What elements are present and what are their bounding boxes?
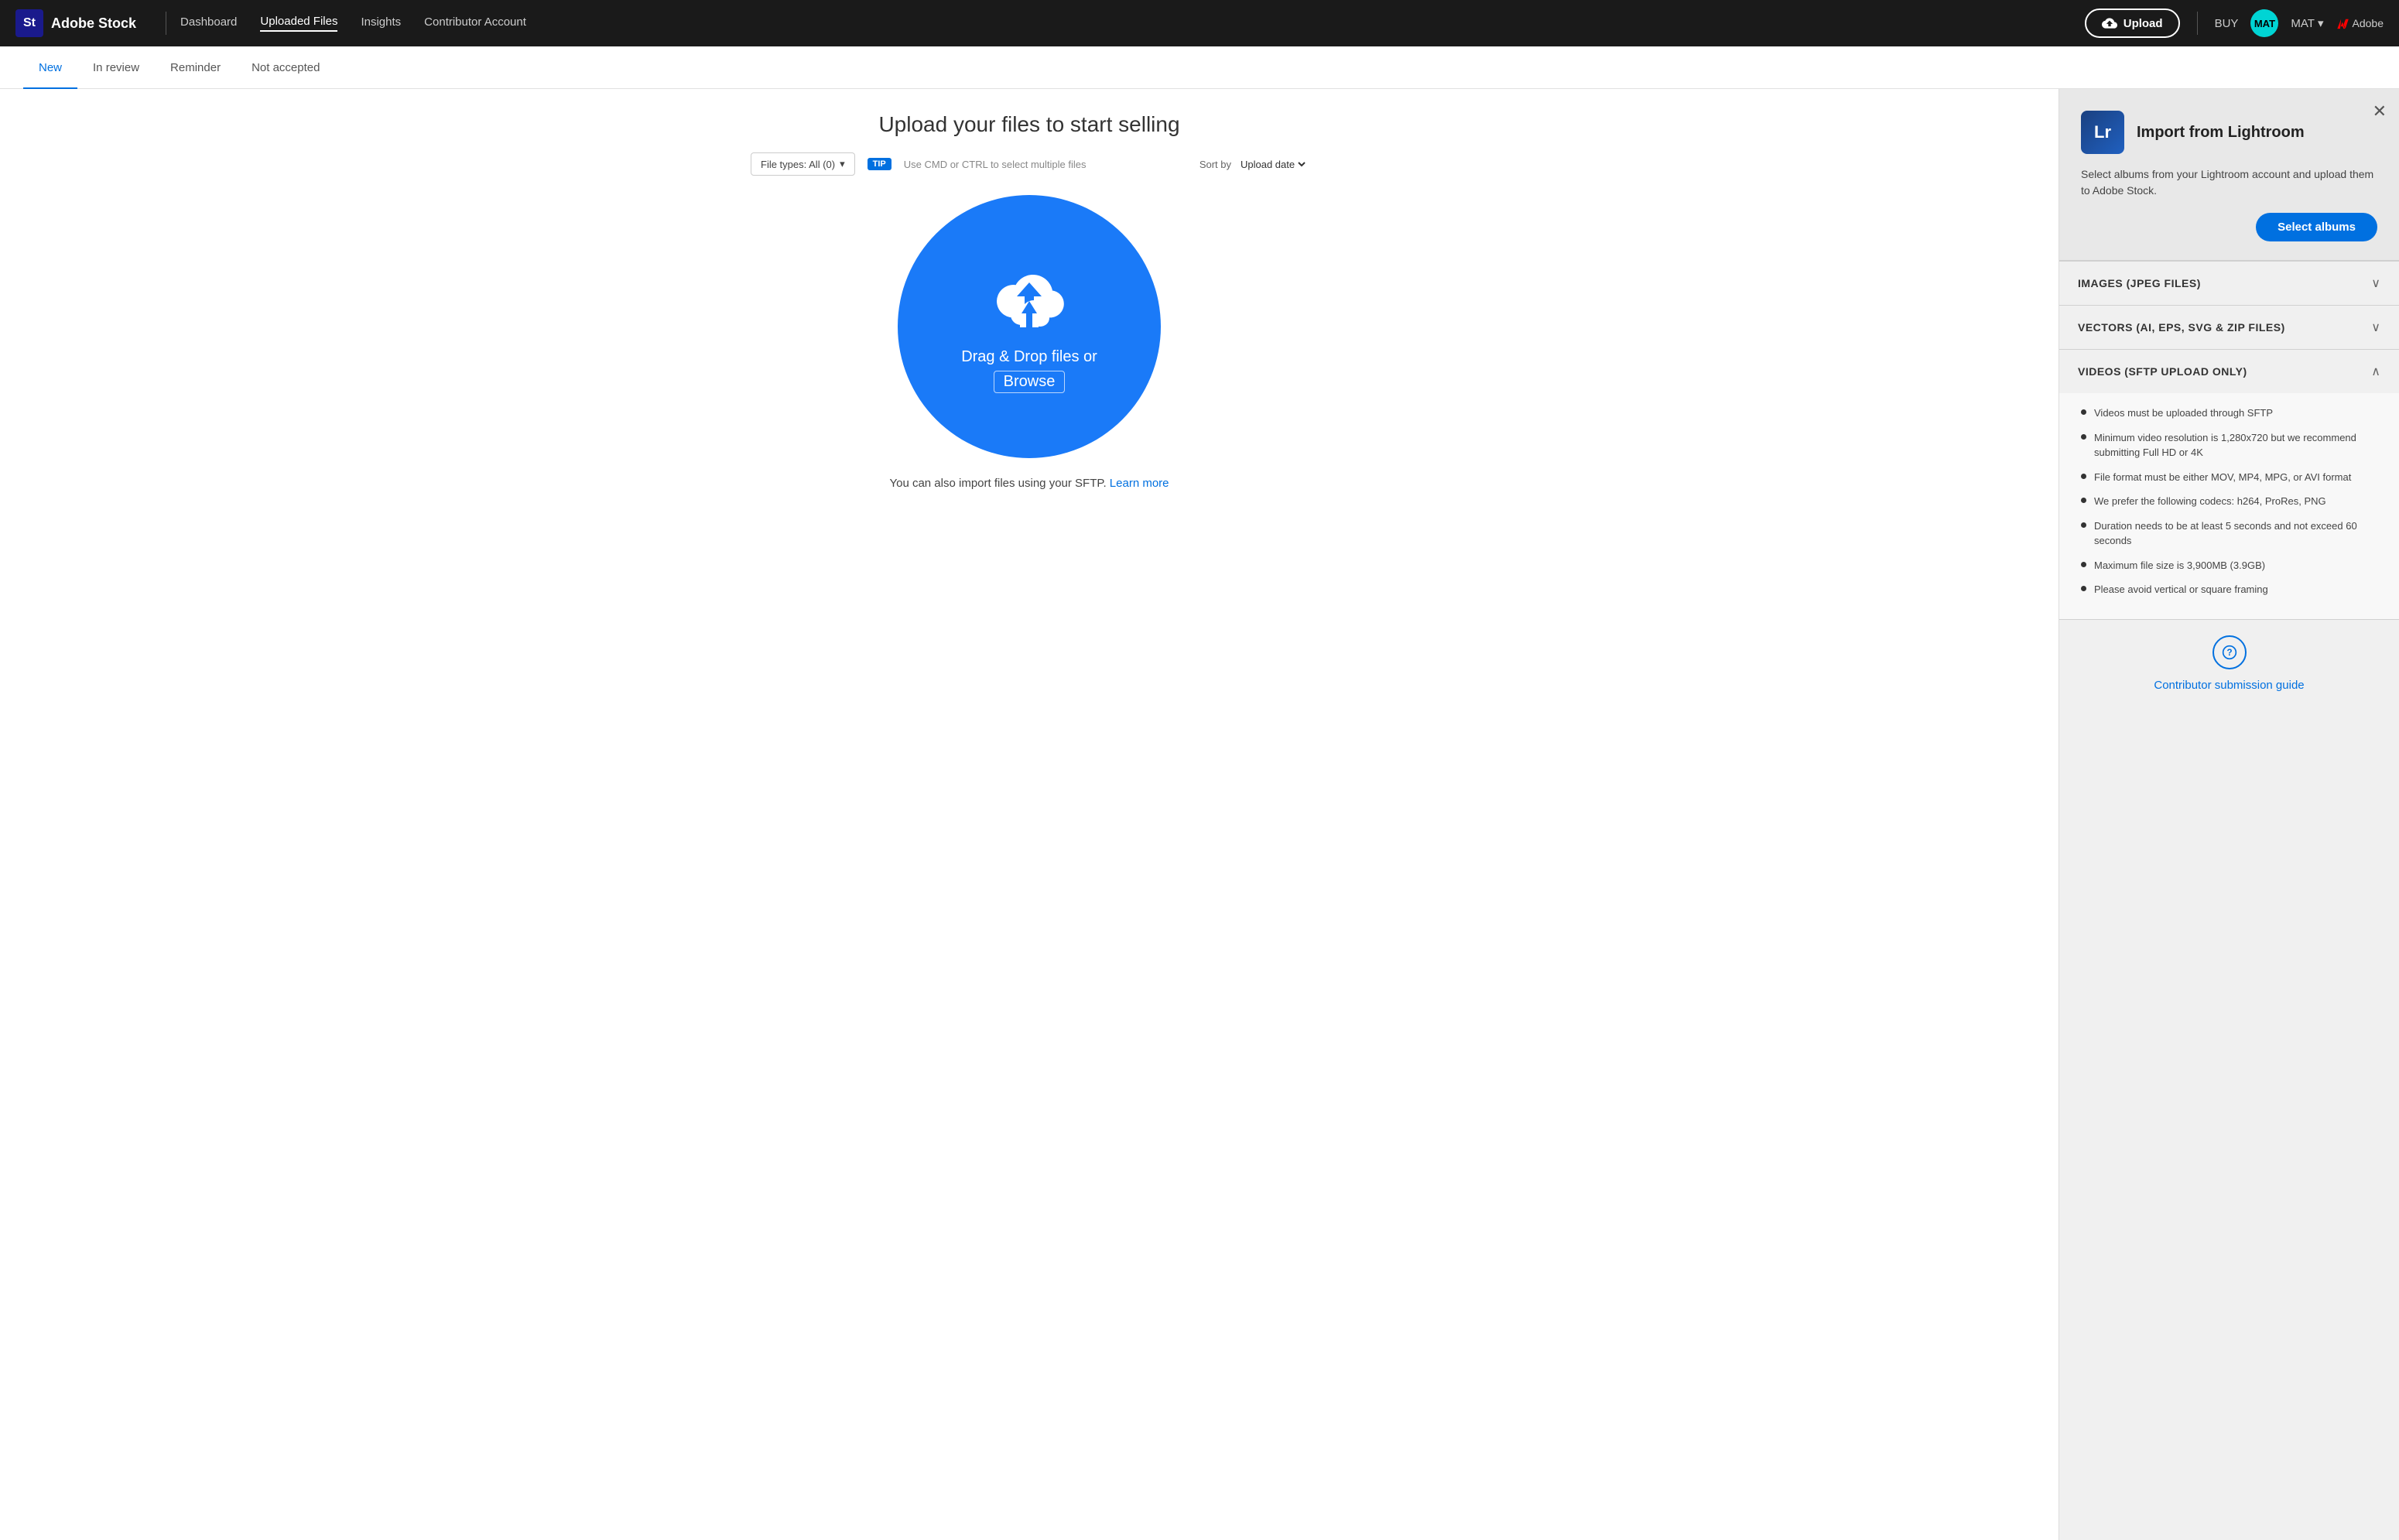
contributor-section: ? Contributor submission guide	[2059, 620, 2399, 700]
chevron-up-icon-videos: ∧	[2371, 364, 2380, 379]
nav-link-dashboard[interactable]: Dashboard	[180, 15, 237, 31]
contributor-guide-link[interactable]: Contributor submission guide	[2154, 679, 2304, 692]
logo-box: St	[15, 9, 43, 37]
nav-right: Upload BUY MAT MAT ▾ Adobe	[2085, 9, 2384, 38]
bullet-icon	[2081, 586, 2086, 591]
logo[interactable]: St Adobe Stock	[15, 9, 136, 37]
lightroom-description: Select albums from your Lightroom accoun…	[2081, 166, 2377, 199]
list-item: We prefer the following codecs: h264, Pr…	[2081, 494, 2377, 509]
adobe-icon	[2336, 17, 2349, 29]
accordion-title-videos: VIDEOS (SFTP UPLOAD ONLY)	[2078, 365, 2247, 378]
user-menu[interactable]: MAT ▾	[2291, 16, 2323, 30]
sort-label: Sort by	[1200, 159, 1231, 170]
filter-row: File types: All (0) ▾ TIP Use CMD or CTR…	[751, 152, 1308, 176]
list-item-text: Maximum file size is 3,900MB (3.9GB)	[2094, 558, 2265, 573]
main-nav: St Adobe Stock Dashboard Uploaded Files …	[0, 0, 2399, 46]
accordion-header-images[interactable]: IMAGES (JPEG FILES) ∨	[2059, 262, 2399, 305]
list-item-text: Duration needs to be at least 5 seconds …	[2094, 518, 2377, 549]
tab-new[interactable]: New	[23, 46, 77, 89]
accordion-header-videos[interactable]: VIDEOS (SFTP UPLOAD ONLY) ∧	[2059, 350, 2399, 393]
list-item-text: Please avoid vertical or square framing	[2094, 582, 2268, 597]
videos-list: Videos must be uploaded through SFTP Mini…	[2081, 406, 2377, 597]
bullet-icon	[2081, 522, 2086, 528]
chevron-down-icon: ▾	[840, 158, 845, 170]
adobe-label: Adobe	[2353, 17, 2384, 29]
main-content: Upload your files to start selling File …	[0, 89, 2399, 1540]
chevron-down-icon-vectors: ∨	[2371, 320, 2380, 335]
sftp-row: You can also import files using your SFT…	[751, 477, 1308, 490]
tab-in-review[interactable]: In review	[77, 46, 155, 89]
list-item: Please avoid vertical or square framing	[2081, 582, 2377, 597]
lightroom-icon-label: Lr	[2094, 122, 2111, 142]
accordion-title-images: IMAGES (JPEG FILES)	[2078, 277, 2201, 289]
adobe-logo-link[interactable]: Adobe	[2336, 17, 2384, 29]
accordion-item-videos: VIDEOS (SFTP UPLOAD ONLY) ∧ Videos must …	[2059, 350, 2399, 620]
question-icon: ?	[2222, 645, 2237, 660]
nav-link-insights[interactable]: Insights	[361, 15, 401, 31]
accordion-body-videos: Videos must be uploaded through SFTP Mini…	[2059, 393, 2399, 619]
sftp-text: You can also import files using your SFT…	[889, 477, 1106, 490]
list-item: Duration needs to be at least 5 seconds …	[2081, 518, 2377, 549]
avatar[interactable]: MAT	[2250, 9, 2278, 37]
drag-drop-text: Drag & Drop files or	[961, 346, 1097, 368]
upload-title: Upload your files to start selling	[751, 112, 1308, 137]
tabs-row: New In review Reminder Not accepted	[0, 46, 2399, 89]
nav-link-uploaded-files[interactable]: Uploaded Files	[260, 15, 337, 32]
tab-reminder[interactable]: Reminder	[155, 46, 236, 89]
lightroom-title: Import from Lightroom	[2137, 124, 2305, 142]
bullet-icon	[2081, 474, 2086, 479]
sort-row: Sort by Upload date	[1200, 158, 1308, 171]
bullet-icon	[2081, 409, 2086, 415]
list-item: Maximum file size is 3,900MB (3.9GB)	[2081, 558, 2377, 573]
list-item: Videos must be uploaded through SFTP	[2081, 406, 2377, 421]
tip-text: Use CMD or CTRL to select multiple files	[904, 159, 1087, 170]
user-initials: MAT	[2254, 18, 2275, 29]
bullet-icon	[2081, 434, 2086, 440]
select-albums-button[interactable]: Select albums	[2256, 213, 2377, 241]
drop-zone[interactable]: Drag & Drop files or Browse	[898, 195, 1161, 458]
list-item-text: Videos must be uploaded through SFTP	[2094, 406, 2273, 421]
list-item-text: File format must be either MOV, MP4, MPG…	[2094, 470, 2351, 485]
bullet-icon	[2081, 562, 2086, 567]
logo-initials: St	[23, 16, 36, 30]
sort-select[interactable]: Upload date	[1237, 158, 1308, 171]
list-item-text: We prefer the following codecs: h264, Pr…	[2094, 494, 2326, 509]
accordion-title-vectors: VECTORS (AI, EPS, SVG & ZIP FILES)	[2078, 321, 2285, 334]
bottom-circle-icon: ?	[2212, 635, 2247, 669]
tab-not-accepted[interactable]: Not accepted	[236, 46, 335, 89]
lightroom-icon: Lr	[2081, 111, 2124, 154]
upload-section: Upload your files to start selling File …	[751, 112, 1308, 490]
file-types-label: File types: All (0)	[761, 159, 835, 170]
file-types-button[interactable]: File types: All (0) ▾	[751, 152, 855, 176]
learn-more-link[interactable]: Learn more	[1110, 477, 1169, 490]
left-panel: Upload your files to start selling File …	[0, 89, 2058, 1540]
cloud-icon-main	[1006, 293, 1052, 340]
list-item: File format must be either MOV, MP4, MPG…	[2081, 470, 2377, 485]
upload-button[interactable]: Upload	[2085, 9, 2180, 38]
right-panel: ✕ Lr Import from Lightroom Select albums…	[2058, 89, 2399, 1540]
accordion-item-images: IMAGES (JPEG FILES) ∨	[2059, 262, 2399, 306]
list-item-text: Minimum video resolution is 1,280x720 bu…	[2094, 430, 2377, 460]
upload-cloud-icon	[2102, 15, 2117, 31]
upload-label: Upload	[2124, 17, 2163, 30]
bullet-icon	[2081, 498, 2086, 503]
logo-text: Adobe Stock	[51, 15, 136, 32]
chevron-down-icon-images: ∨	[2371, 275, 2380, 291]
lightroom-header: Lr Import from Lightroom	[2081, 111, 2377, 154]
tip-badge: TIP	[868, 158, 891, 170]
accordion: IMAGES (JPEG FILES) ∨ VECTORS (AI, EPS, …	[2059, 261, 2399, 620]
list-item: Minimum video resolution is 1,280x720 bu…	[2081, 430, 2377, 460]
lightroom-card: Lr Import from Lightroom Select albums f…	[2059, 89, 2399, 261]
nav-link-contributor-account[interactable]: Contributor Account	[424, 15, 526, 31]
accordion-header-vectors[interactable]: VECTORS (AI, EPS, SVG & ZIP FILES) ∨	[2059, 306, 2399, 349]
nav-right-divider	[2197, 12, 2198, 35]
user-name: MAT	[2291, 17, 2315, 30]
close-button[interactable]: ✕	[2373, 101, 2387, 121]
accordion-item-vectors: VECTORS (AI, EPS, SVG & ZIP FILES) ∨	[2059, 306, 2399, 350]
browse-button[interactable]: Browse	[994, 371, 1066, 393]
buy-link[interactable]: BUY	[2215, 17, 2239, 30]
chevron-down-icon: ▾	[2318, 16, 2324, 30]
svg-text:?: ?	[2226, 648, 2232, 658]
nav-links: Dashboard Uploaded Files Insights Contri…	[180, 15, 2085, 32]
